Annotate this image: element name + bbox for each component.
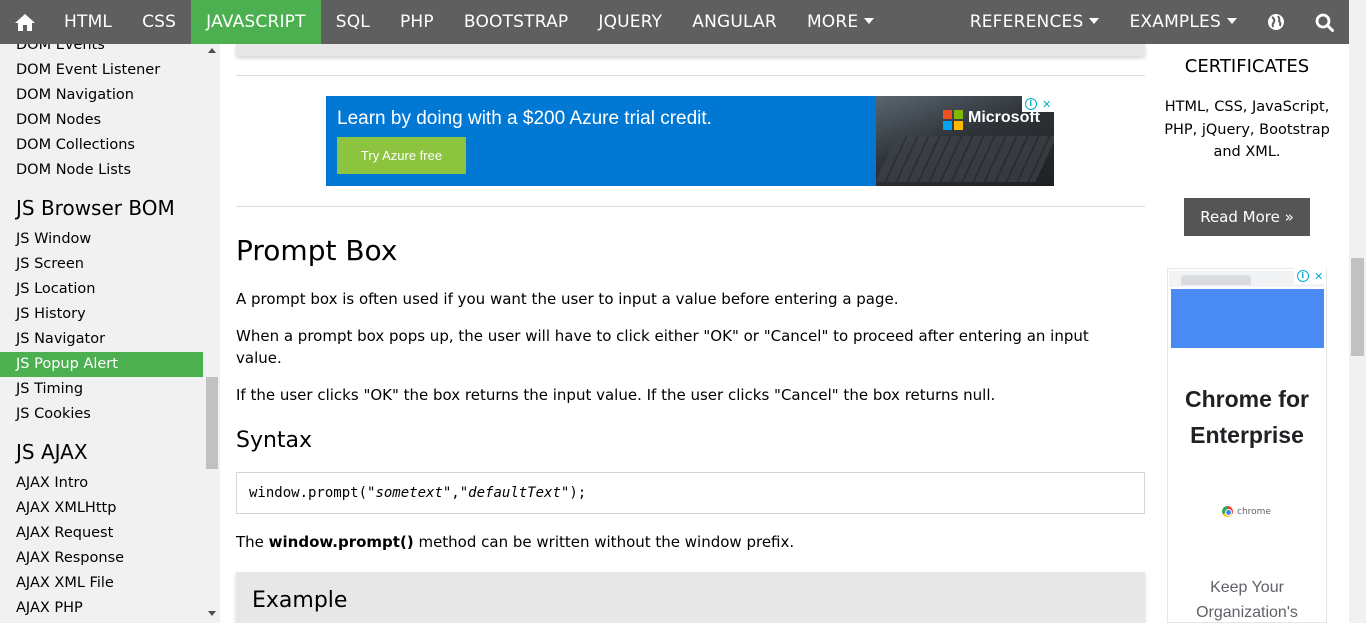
- nav-bootstrap[interactable]: BOOTSTRAP: [449, 0, 584, 44]
- top-navbar: HTML CSS JAVASCRIPT SQL PHP BOOTSTRAP JQ…: [0, 0, 1349, 44]
- ad-info-icon[interactable]: i: [1296, 270, 1309, 282]
- divider: [236, 206, 1145, 207]
- code-separator: ",": [442, 485, 469, 501]
- caret-down-icon: [1089, 18, 1100, 24]
- nav-references[interactable]: REFERENCES: [955, 0, 1115, 44]
- nav-examples-label: EXAMPLES: [1129, 12, 1221, 32]
- side-ad-subtext: Keep Your Organization's: [1196, 579, 1298, 621]
- example-box: Example: [236, 572, 1145, 623]
- sidebar-item-js-window[interactable]: JS Window: [0, 227, 203, 252]
- ad-headline: Learn by doing with a $200 Azure trial c…: [337, 108, 712, 129]
- sidebar-item-ajax-request[interactable]: AJAX Request: [0, 521, 203, 546]
- scroll-down-arrow-icon[interactable]: [208, 611, 216, 616]
- nav-php[interactable]: PHP: [385, 0, 449, 44]
- code-arg-defaulttext: defaultText: [468, 485, 561, 501]
- nav-examples[interactable]: EXAMPLES: [1114, 0, 1252, 44]
- sidebar-item-js-screen[interactable]: JS Screen: [0, 252, 203, 277]
- chrome-side-ad[interactable]: Chrome for Enterprise chrome Keep Your O…: [1167, 268, 1327, 623]
- example-heading: Example: [252, 588, 348, 613]
- microsoft-logo-icon: [943, 110, 963, 130]
- sidebar-item-ajax-php[interactable]: AJAX PHP: [0, 596, 203, 621]
- sidebar-item-dom-events[interactable]: DOM Events: [0, 44, 203, 58]
- globe-icon: [1268, 14, 1284, 30]
- home-button[interactable]: [0, 0, 49, 44]
- side-ad-choices[interactable]: i ✕: [1294, 268, 1326, 284]
- paragraph-intro: A prompt box is often used if you want t…: [236, 290, 899, 308]
- chrome-logo-icon: [1222, 506, 1233, 517]
- paragraph-method: The window.prompt() method can be writte…: [236, 531, 1116, 553]
- sidebar-item-dom-node-lists[interactable]: DOM Node Lists: [0, 158, 203, 183]
- divider: [236, 75, 1145, 76]
- sidebar-item-js-history[interactable]: JS History: [0, 302, 203, 327]
- globe-button[interactable]: [1252, 0, 1300, 44]
- sidebar-item-ajax-xmlhttp[interactable]: AJAX XMLHttp: [0, 496, 203, 521]
- chrome-brand-label: chrome: [1237, 506, 1271, 517]
- paragraph-returns: If the user clicks "OK" the box returns …: [236, 386, 996, 404]
- chrome-brand-row: chrome: [1222, 506, 1271, 517]
- page-title: Prompt Box: [236, 234, 398, 267]
- method-text-pre: The: [236, 533, 269, 551]
- nav-jquery[interactable]: JQUERY: [583, 0, 677, 44]
- syntax-code-block: window.prompt("sometext","defaultText");: [236, 472, 1145, 514]
- sidebar-item-js-popup-alert[interactable]: JS Popup Alert: [0, 352, 203, 377]
- page-scrollbar-thumb[interactable]: [1351, 258, 1364, 356]
- nav-more-label: MORE: [806, 12, 859, 32]
- caret-down-icon: [1227, 18, 1237, 24]
- previous-example-box: [236, 44, 1145, 56]
- sidebar-item-ajax-xml-file[interactable]: AJAX XML File: [0, 571, 203, 596]
- ad-cta-button[interactable]: Try Azure free: [337, 137, 466, 174]
- code-arg-sometext: sometext: [375, 485, 443, 501]
- ad-choices[interactable]: i ✕: [1022, 96, 1054, 112]
- ad-info-icon[interactable]: i: [1024, 98, 1037, 110]
- search-icon: [1315, 13, 1334, 32]
- nav-more[interactable]: MORE: [792, 0, 889, 44]
- sidebar-item-dom-navigation[interactable]: DOM Navigation: [0, 83, 203, 108]
- certificates-text: HTML, CSS, JavaScript, PHP, jQuery, Boot…: [1164, 99, 1330, 160]
- nav-references-label: REFERENCES: [969, 12, 1084, 32]
- ad-close-icon[interactable]: ✕: [1314, 270, 1323, 283]
- ad-blue-banner: [1171, 289, 1324, 348]
- nav-css[interactable]: CSS: [127, 0, 191, 44]
- sidebar-item-js-timing[interactable]: JS Timing: [0, 377, 203, 402]
- sidebar-item-js-cookies[interactable]: JS Cookies: [0, 402, 203, 427]
- sidebar-scrollbar-thumb[interactable]: [206, 377, 218, 469]
- home-icon: [15, 13, 35, 31]
- sidebar-item-js-navigator[interactable]: JS Navigator: [0, 327, 203, 352]
- paragraph-popup: When a prompt box pops up, the user will…: [236, 327, 1089, 367]
- sidebar-item-dom-nodes[interactable]: DOM Nodes: [0, 108, 203, 133]
- sidebar-scrollbar[interactable]: [203, 44, 220, 623]
- scroll-up-arrow-icon[interactable]: [208, 48, 216, 53]
- sidebar-item-dom-collections[interactable]: DOM Collections: [0, 133, 203, 158]
- sidebar-heading-ajax: JS AJAX: [16, 440, 88, 464]
- sidebar-item-dom-event-listener[interactable]: DOM Event Listener: [0, 58, 203, 83]
- caret-down-icon: [864, 18, 875, 24]
- sidebar-heading-browser-bom: JS Browser BOM: [16, 196, 175, 220]
- certificates-title: CERTIFICATES: [1184, 56, 1310, 77]
- code-suffix: ");: [560, 485, 587, 501]
- method-text-post: method can be written without the window…: [413, 533, 795, 551]
- nav-html[interactable]: HTML: [49, 0, 127, 44]
- ad-close-icon[interactable]: ✕: [1042, 98, 1051, 111]
- sidebar-item-ajax-intro[interactable]: AJAX Intro: [0, 471, 203, 496]
- nav-javascript[interactable]: JAVASCRIPT: [191, 0, 321, 44]
- syntax-heading: Syntax: [236, 428, 313, 453]
- code-prefix: window.prompt(": [249, 485, 376, 501]
- side-ad-headline: Chrome for Enterprise: [1185, 386, 1309, 448]
- method-name: window.prompt(): [268, 533, 414, 551]
- nav-sql[interactable]: SQL: [321, 0, 385, 44]
- left-sidebar: DOM Events DOM Event Listener DOM Naviga…: [0, 44, 220, 623]
- search-button[interactable]: [1300, 0, 1349, 44]
- sidebar-item-js-location[interactable]: JS Location: [0, 277, 203, 302]
- page-scrollbar[interactable]: [1349, 0, 1366, 623]
- nav-angular[interactable]: ANGULAR: [677, 0, 792, 44]
- sidebar-item-ajax-response[interactable]: AJAX Response: [0, 546, 203, 571]
- read-more-button[interactable]: Read More »: [1184, 198, 1310, 236]
- azure-ad-banner[interactable]: Learn by doing with a $200 Azure trial c…: [326, 96, 1054, 186]
